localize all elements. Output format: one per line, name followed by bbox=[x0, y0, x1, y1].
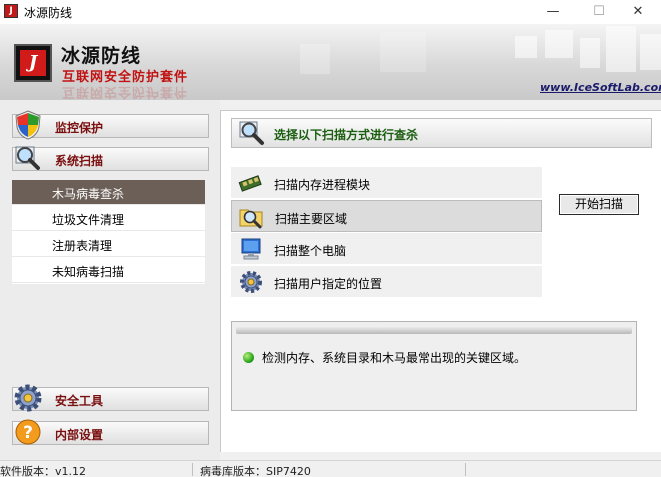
sidebar-category-label: 系统扫描 bbox=[55, 154, 104, 168]
sidebar-item-label: 木马病毒查杀 bbox=[52, 187, 125, 201]
scan-option-label: 扫描内存进程模块 bbox=[274, 178, 371, 192]
scan-option-label: 扫描主要区域 bbox=[275, 212, 348, 226]
description-panel: 检测内存、系统目录和木马最常出现的关键区域。 bbox=[231, 321, 637, 411]
sidebar-category-tools[interactable]: 安全工具 bbox=[12, 384, 209, 412]
svg-text:?: ? bbox=[23, 423, 33, 443]
app-icon: J bbox=[4, 4, 18, 18]
main-title-bar: 选择以下扫描方式进行查杀 bbox=[231, 118, 652, 148]
scan-option-label: 扫描整个电脑 bbox=[274, 244, 347, 258]
sidebar-category-monitor[interactable]: 监控保护 bbox=[12, 110, 209, 140]
banner-decoration bbox=[380, 32, 426, 72]
sidebar-category-scan[interactable]: 系统扫描 bbox=[12, 146, 209, 171]
banner-decoration bbox=[606, 26, 636, 72]
gear-icon bbox=[14, 384, 42, 412]
status-dot-icon bbox=[243, 352, 254, 363]
brand-logo: J bbox=[14, 44, 52, 82]
header-banner: J 冰源防线 互联网安全防护套件 互联网安全防护套件 www.IceSoftLa… bbox=[0, 24, 661, 100]
virus-db-version: 病毒库版本：SIP7420 bbox=[200, 465, 311, 477]
sidebar-item-label: 垃圾文件清理 bbox=[52, 213, 125, 227]
sidebar: 监控保护 系统扫描 木马病毒查杀 垃圾文件清理 注册表清理 未知病毒扫描 安全工… bbox=[0, 100, 220, 460]
sidebar-item-unknown-virus-scan[interactable]: 未知病毒扫描 bbox=[12, 258, 205, 283]
sidebar-category-label: 安全工具 bbox=[55, 394, 104, 408]
minimize-button[interactable]: — bbox=[530, 0, 576, 24]
scan-option-custom-location[interactable]: 扫描用户指定的位置 bbox=[231, 266, 542, 298]
memory-chip-icon bbox=[238, 175, 262, 192]
banner-decoration bbox=[580, 38, 600, 68]
scan-option-memory[interactable]: 扫描内存进程模块 bbox=[231, 167, 542, 199]
main-panel: 选择以下扫描方式进行查杀 扫描内存进程模块 扫描主要区域 扫描整个电脑 扫描用户… bbox=[220, 110, 661, 452]
title-bar: J 冰源防线 — ☐ ✕ bbox=[0, 0, 661, 24]
brand-name: 冰源防线 bbox=[61, 45, 142, 67]
main-title: 选择以下扫描方式进行查杀 bbox=[274, 128, 419, 142]
software-version: 软件版本：v1.12 bbox=[0, 465, 87, 477]
banner-decoration bbox=[300, 44, 330, 74]
start-scan-button[interactable]: 开始扫描 bbox=[559, 194, 639, 215]
sidebar-item-registry-clean[interactable]: 注册表清理 bbox=[12, 232, 205, 257]
scan-option-full-computer[interactable]: 扫描整个电脑 bbox=[231, 233, 542, 265]
status-separator bbox=[192, 463, 193, 476]
description-panel-header bbox=[236, 326, 632, 334]
brand-subtitle-reflection: 互联网安全防护套件 bbox=[62, 84, 189, 99]
status-separator bbox=[465, 463, 466, 476]
sidebar-category-label: 内部设置 bbox=[55, 428, 104, 442]
scan-description: 检测内存、系统目录和木马最常出现的关键区域。 bbox=[262, 351, 527, 365]
scan-submenu: 木马病毒查杀 垃圾文件清理 注册表清理 未知病毒扫描 bbox=[12, 180, 205, 284]
status-bar: 软件版本：v1.12 病毒库版本：SIP7420 bbox=[0, 460, 661, 477]
sidebar-category-settings[interactable]: ? 内部设置 bbox=[12, 419, 209, 445]
brand-logo-mark: J bbox=[20, 50, 46, 76]
computer-icon bbox=[241, 238, 261, 260]
website-link[interactable]: www.IceSoftLab.com bbox=[540, 81, 661, 94]
shield-icon bbox=[15, 110, 41, 140]
window-title: 冰源防线 bbox=[24, 6, 73, 20]
brand-subtitle: 互联网安全防护套件 bbox=[62, 70, 189, 85]
scan-options: 扫描内存进程模块 扫描主要区域 扫描整个电脑 扫描用户指定的位置 bbox=[231, 167, 542, 299]
magnifier-icon bbox=[15, 146, 40, 170]
sidebar-item-label: 未知病毒扫描 bbox=[52, 265, 125, 279]
close-button[interactable]: ✕ bbox=[615, 0, 661, 24]
banner-decoration bbox=[640, 34, 661, 70]
banner-decoration bbox=[515, 36, 537, 58]
banner-decoration bbox=[545, 30, 573, 58]
question-icon: ? bbox=[15, 419, 41, 445]
gear-location-icon bbox=[240, 271, 262, 293]
scan-option-main-areas[interactable]: 扫描主要区域 bbox=[231, 200, 542, 232]
scan-option-label: 扫描用户指定的位置 bbox=[274, 277, 383, 291]
sidebar-category-label: 监控保护 bbox=[55, 121, 104, 135]
sidebar-item-trojan-scan[interactable]: 木马病毒查杀 bbox=[12, 180, 205, 205]
sidebar-item-junk-clean[interactable]: 垃圾文件清理 bbox=[12, 206, 205, 231]
folder-search-icon bbox=[239, 209, 263, 229]
sidebar-item-label: 注册表清理 bbox=[52, 239, 113, 253]
magnifier-icon bbox=[239, 121, 264, 145]
